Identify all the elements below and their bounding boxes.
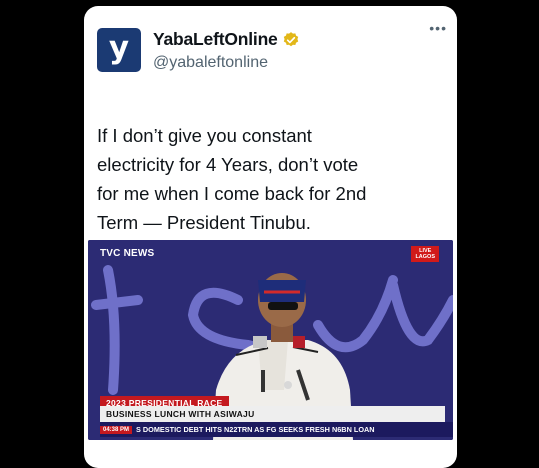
account-handle[interactable]: @yabaleftonline (153, 54, 268, 72)
tweet-media-image[interactable]: TVC NEWS LIVE LAGOS 2023 PRESIDENTIAL RA… (88, 240, 453, 440)
more-options-icon[interactable]: ••• (429, 20, 447, 36)
display-name[interactable]: YabaLeftOnline (153, 29, 278, 50)
name-row: YabaLeftOnline (153, 29, 300, 50)
tweet-card[interactable]: y YabaLeftOnline @yabaleftonline ••• If … (84, 6, 457, 468)
live-badge: LIVE LAGOS (411, 246, 439, 263)
channel-logo: TVC NEWS (100, 248, 155, 259)
avatar[interactable]: y (97, 28, 141, 72)
news-ticker: 04:38 PM S DOMESTIC DEBT HITS N22TRN AS … (100, 422, 453, 437)
tweet-header: y YabaLeftOnline @yabaleftonline ••• (97, 20, 447, 88)
avatar-letter: y (108, 29, 130, 66)
ticker-text: S DOMESTIC DEBT HITS N22TRN AS FG SEEKS … (136, 425, 375, 434)
lower-third-subtitle: BUSINESS LUNCH WITH ASIWAJU (100, 406, 445, 422)
ticker-time: 04:38 PM (100, 425, 133, 434)
verified-badge-icon (282, 31, 300, 49)
tweet-text: If I don’t give you constant electricity… (97, 125, 367, 233)
